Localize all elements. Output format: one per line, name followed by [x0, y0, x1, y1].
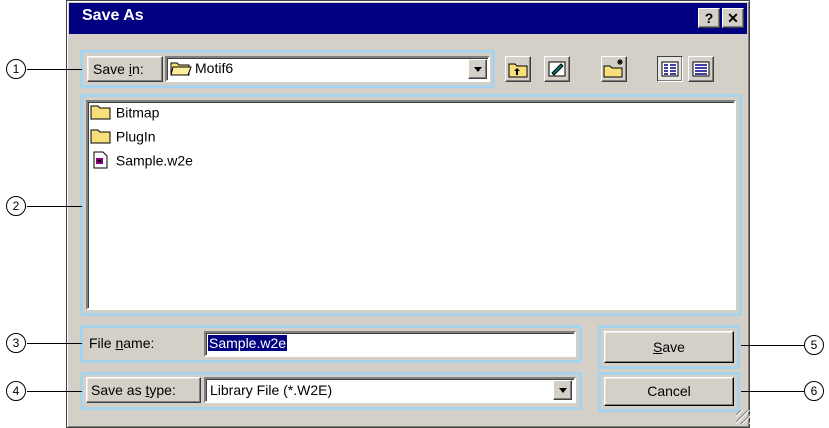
save-in-label: Save in: — [93, 61, 144, 77]
file-list[interactable] — [86, 100, 736, 310]
dialog-title: Save As — [82, 7, 144, 24]
desktop-icon — [548, 61, 566, 77]
file-name-label: File name: — [89, 335, 155, 351]
callout-2-leader — [27, 206, 82, 207]
callout-5: 5 — [804, 335, 824, 355]
folder-icon — [90, 105, 111, 120]
help-button[interactable]: ? — [698, 8, 720, 28]
list-item[interactable]: Sample.w2e — [90, 151, 193, 171]
document-icon — [93, 151, 108, 169]
save-as-type-value: Library File (*.W2E) — [210, 382, 333, 398]
callout-1-leader — [27, 69, 82, 70]
callout-5-leader — [741, 345, 804, 346]
save-button[interactable]: Save — [604, 331, 734, 363]
new-folder-icon — [603, 59, 623, 78]
list-view-button[interactable] — [657, 56, 683, 82]
save-as-type-dropdown-button[interactable] — [553, 380, 572, 400]
up-one-level-icon — [508, 63, 528, 78]
desktop-button[interactable] — [544, 56, 570, 82]
list-item[interactable]: Bitmap — [90, 103, 159, 123]
save-in-dropdown-button[interactable] — [468, 59, 487, 79]
list-item-label: PlugIn — [115, 128, 156, 145]
title-bar[interactable] — [69, 3, 747, 34]
close-button[interactable]: ✕ — [722, 8, 744, 28]
callout-6-leader — [741, 391, 804, 392]
callout-2: 2 — [6, 196, 26, 216]
callout-1: 1 — [6, 59, 26, 79]
folder-open-icon — [170, 62, 192, 76]
list-item-label: Bitmap — [115, 104, 160, 121]
callout-4-leader — [27, 391, 82, 392]
list-item-label: Sample.w2e — [115, 152, 193, 169]
details-view-icon — [692, 61, 710, 77]
resize-grip[interactable] — [736, 410, 750, 424]
save-in-value: Motif6 — [195, 60, 234, 76]
save-as-type-label: Save as type: — [91, 382, 176, 398]
folder-icon — [90, 129, 111, 144]
file-name-value: Sample.w2e — [208, 335, 288, 351]
cancel-button[interactable]: Cancel — [604, 377, 734, 406]
up-one-level-button[interactable] — [505, 56, 531, 82]
new-folder-button[interactable] — [601, 56, 627, 82]
callout-4: 4 — [6, 381, 26, 401]
callout-6: 6 — [804, 381, 824, 401]
callout-3: 3 — [6, 333, 26, 353]
list-item[interactable]: PlugIn — [90, 127, 156, 147]
details-view-button[interactable] — [688, 56, 714, 82]
list-view-icon — [661, 61, 679, 77]
callout-3-leader — [27, 343, 82, 344]
